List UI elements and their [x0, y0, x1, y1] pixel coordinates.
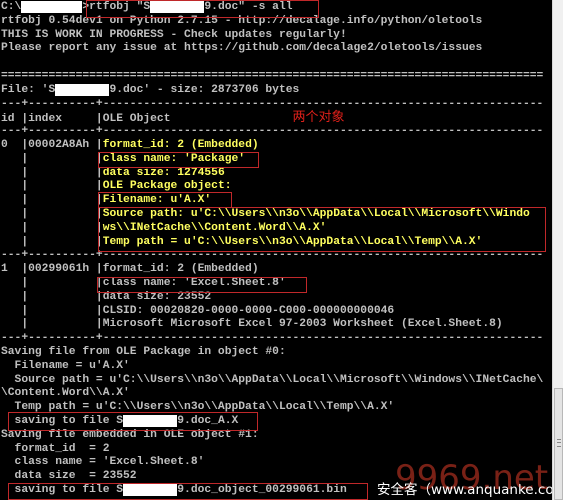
terminal-line: 0 |00002A8Ah |format_id: 2 (Embedded) [1, 139, 543, 153]
terminal-line: Saving file embedded in OLE object #1: [1, 429, 543, 443]
line-text: class name: 'Package' [102, 152, 246, 165]
terminal-line: format_id = 2 [1, 443, 543, 457]
terminal-line: File: 'S 9.doc' - size: 2873706 bytes [1, 83, 543, 98]
line-text: 9.doc' - size: 2873706 bytes [109, 83, 300, 96]
line-text: | | [1, 152, 103, 165]
line-text: Source path: u'C:\\Users\\n3o\\AppData\\… [102, 207, 530, 220]
redacted-text [150, 1, 205, 13]
line-text: | | [1, 194, 103, 207]
line-text: data size: 1274556 [102, 166, 225, 179]
watermark: 安全客（www.anquanke.com） [377, 482, 552, 498]
redacted-text [21, 1, 83, 13]
line-text: ========================================… [1, 69, 544, 82]
redacted-text [55, 83, 110, 96]
terminal-line: Filename = u'A.X' [1, 360, 543, 374]
line-text: Please report any issue at https://githu… [1, 42, 483, 55]
line-text: Filename = u'A.X' [1, 359, 130, 372]
terminal-line: | |Source path: u'C:\\Users\\n3o\\AppDat… [1, 208, 543, 222]
line-text: ---+----------+-------------------------… [1, 97, 544, 110]
line-text: | | [1, 221, 103, 234]
line-text: | | [1, 235, 103, 248]
terminal-line: id |index |OLE Object 两个对象 [1, 111, 543, 125]
line-text: | | [1, 180, 103, 193]
terminal-line: | |ws\\INetCache\\Content.Word\\A.X' [1, 222, 543, 236]
terminal-line: ========================================… [1, 70, 543, 84]
terminal-line: | |data size: 1274556 [1, 167, 543, 181]
line-text: id |index |OLE Object [1, 113, 293, 126]
scrollbar-thumb[interactable] [554, 388, 563, 500]
terminal-line: Source path = u'C:\\Users\\n3o\\AppData\… [1, 373, 544, 388]
line-text: | |CLSID: 00020820-0000-0000-C000-000000… [1, 304, 395, 317]
line-text: 9.doc" -s all [204, 1, 293, 13]
line-text: Filename: u'A.X' [102, 194, 212, 207]
terminal-line: ---+----------+-------------------------… [1, 332, 543, 346]
line-text: | | [1, 166, 103, 179]
terminal-line: | |Microsoft Microsoft Excel 97-2003 Wor… [1, 318, 543, 332]
line-text: ---+----------+-------------------------… [1, 332, 544, 345]
line-text: saving to file S [1, 483, 124, 496]
line-text: 0 |00002A8Ah | [1, 138, 103, 151]
console-window[interactable]: C:\ >rtfobj "S 9.doc" -s all rtfobj 0.54d… [0, 0, 552, 500]
line-text: >rtfobj "S [82, 1, 151, 13]
terminal-line: ---+----------+-------------------------… [1, 125, 543, 139]
terminal-line: | |OLE Package object: [1, 180, 543, 194]
line-text: Saving file from OLE Package in object #… [1, 345, 286, 358]
line-text: Source path = u'C:\\Users\\n3o\\AppData\… [1, 373, 544, 386]
terminal-line: | |Temp path = u'C:\\Users\\n3o\\AppData… [1, 236, 543, 250]
grip-icon [557, 439, 561, 447]
line-text: \Content.Word\\A.X' [1, 387, 130, 400]
terminal-line: THIS IS WORK IN PROGRESS - Check updates… [1, 29, 543, 43]
terminal-line: \Content.Word\\A.X' [1, 387, 543, 401]
terminal-line: ---+----------+-------------------------… [1, 249, 543, 263]
line-text: | |class name: 'Excel.Sheet.8' [1, 276, 286, 289]
vertical-scrollbar[interactable] [552, 0, 563, 500]
line-text: format_id = 2 [1, 442, 110, 455]
redacted-text [123, 483, 178, 496]
line-text: 9.doc_A.X [177, 414, 239, 427]
line-text: data size = 23552 [1, 470, 137, 483]
line-text: | | [1, 207, 103, 220]
line-text: OLE Package object: [102, 180, 232, 193]
line-text: Saving file embedded in OLE object #1: [1, 428, 259, 441]
terminal-line: Saving file from OLE Package in object #… [1, 346, 543, 360]
terminal-line: Please report any issue at https://githu… [1, 42, 543, 56]
terminal-line: | |Filename: u'A.X' [1, 194, 543, 208]
line-text: format_id: 2 (Embedded) [102, 138, 259, 151]
line-text: ---+----------+-------------------------… [1, 125, 544, 138]
terminal-line: C:\ >rtfobj "S 9.doc" -s all [1, 1, 543, 15]
line-text: 9.doc_object_00299061.bin [177, 483, 347, 496]
line-text: saving to file S [1, 414, 124, 427]
terminal-line: 1 |00299061h |format_id: 2 (Embedded) [1, 263, 543, 277]
line-text: THIS IS WORK IN PROGRESS - Check updates… [1, 28, 347, 41]
terminal-line: saving to file S 9.doc_A.X [1, 414, 543, 429]
line-text: rtfobj 0.54dev1 on Python 2.7.15 - http:… [1, 14, 483, 27]
terminal-line: | |class name: 'Package' [1, 153, 543, 167]
console-output: C:\ >rtfobj "S 9.doc" -s all rtfobj 0.54d… [1, 1, 543, 498]
terminal-line: | |class name: 'Excel.Sheet.8' [1, 277, 543, 291]
terminal-line: rtfobj 0.54dev1 on Python 2.7.15 - http:… [1, 15, 543, 29]
line-text: Temp path = u'C:\\Users\\n3o\\AppData\\L… [1, 401, 395, 414]
line-text: File: 'S [1, 83, 56, 96]
terminal-line: ---+----------+-------------------------… [1, 98, 543, 112]
terminal-line: | |CLSID: 00020820-0000-0000-C000-000000… [1, 305, 543, 319]
redacted-text [123, 414, 178, 427]
line-text: class name = 'Excel.Sheet.8' [1, 456, 205, 469]
terminal-line: | |data size: 23552 [1, 291, 543, 305]
line-text: | |data size: 23552 [1, 290, 212, 303]
annotation-label: 两个对象 [292, 110, 345, 126]
terminal-line: Temp path = u'C:\\Users\\n3o\\AppData\\L… [1, 401, 543, 415]
line-text: | |Microsoft Microsoft Excel 97-2003 Wor… [1, 318, 503, 331]
line-text: Temp path = u'C:\\Users\\n3o\\AppData\\L… [102, 235, 483, 248]
line-text: 1 |00299061h |format_id: 2 (Embedded) [1, 263, 259, 276]
line-text: ---+----------+-------------------------… [1, 249, 544, 262]
line-text: C:\ [1, 1, 22, 13]
line-text: ws\\INetCache\\Content.Word\\A.X' [102, 221, 327, 234]
